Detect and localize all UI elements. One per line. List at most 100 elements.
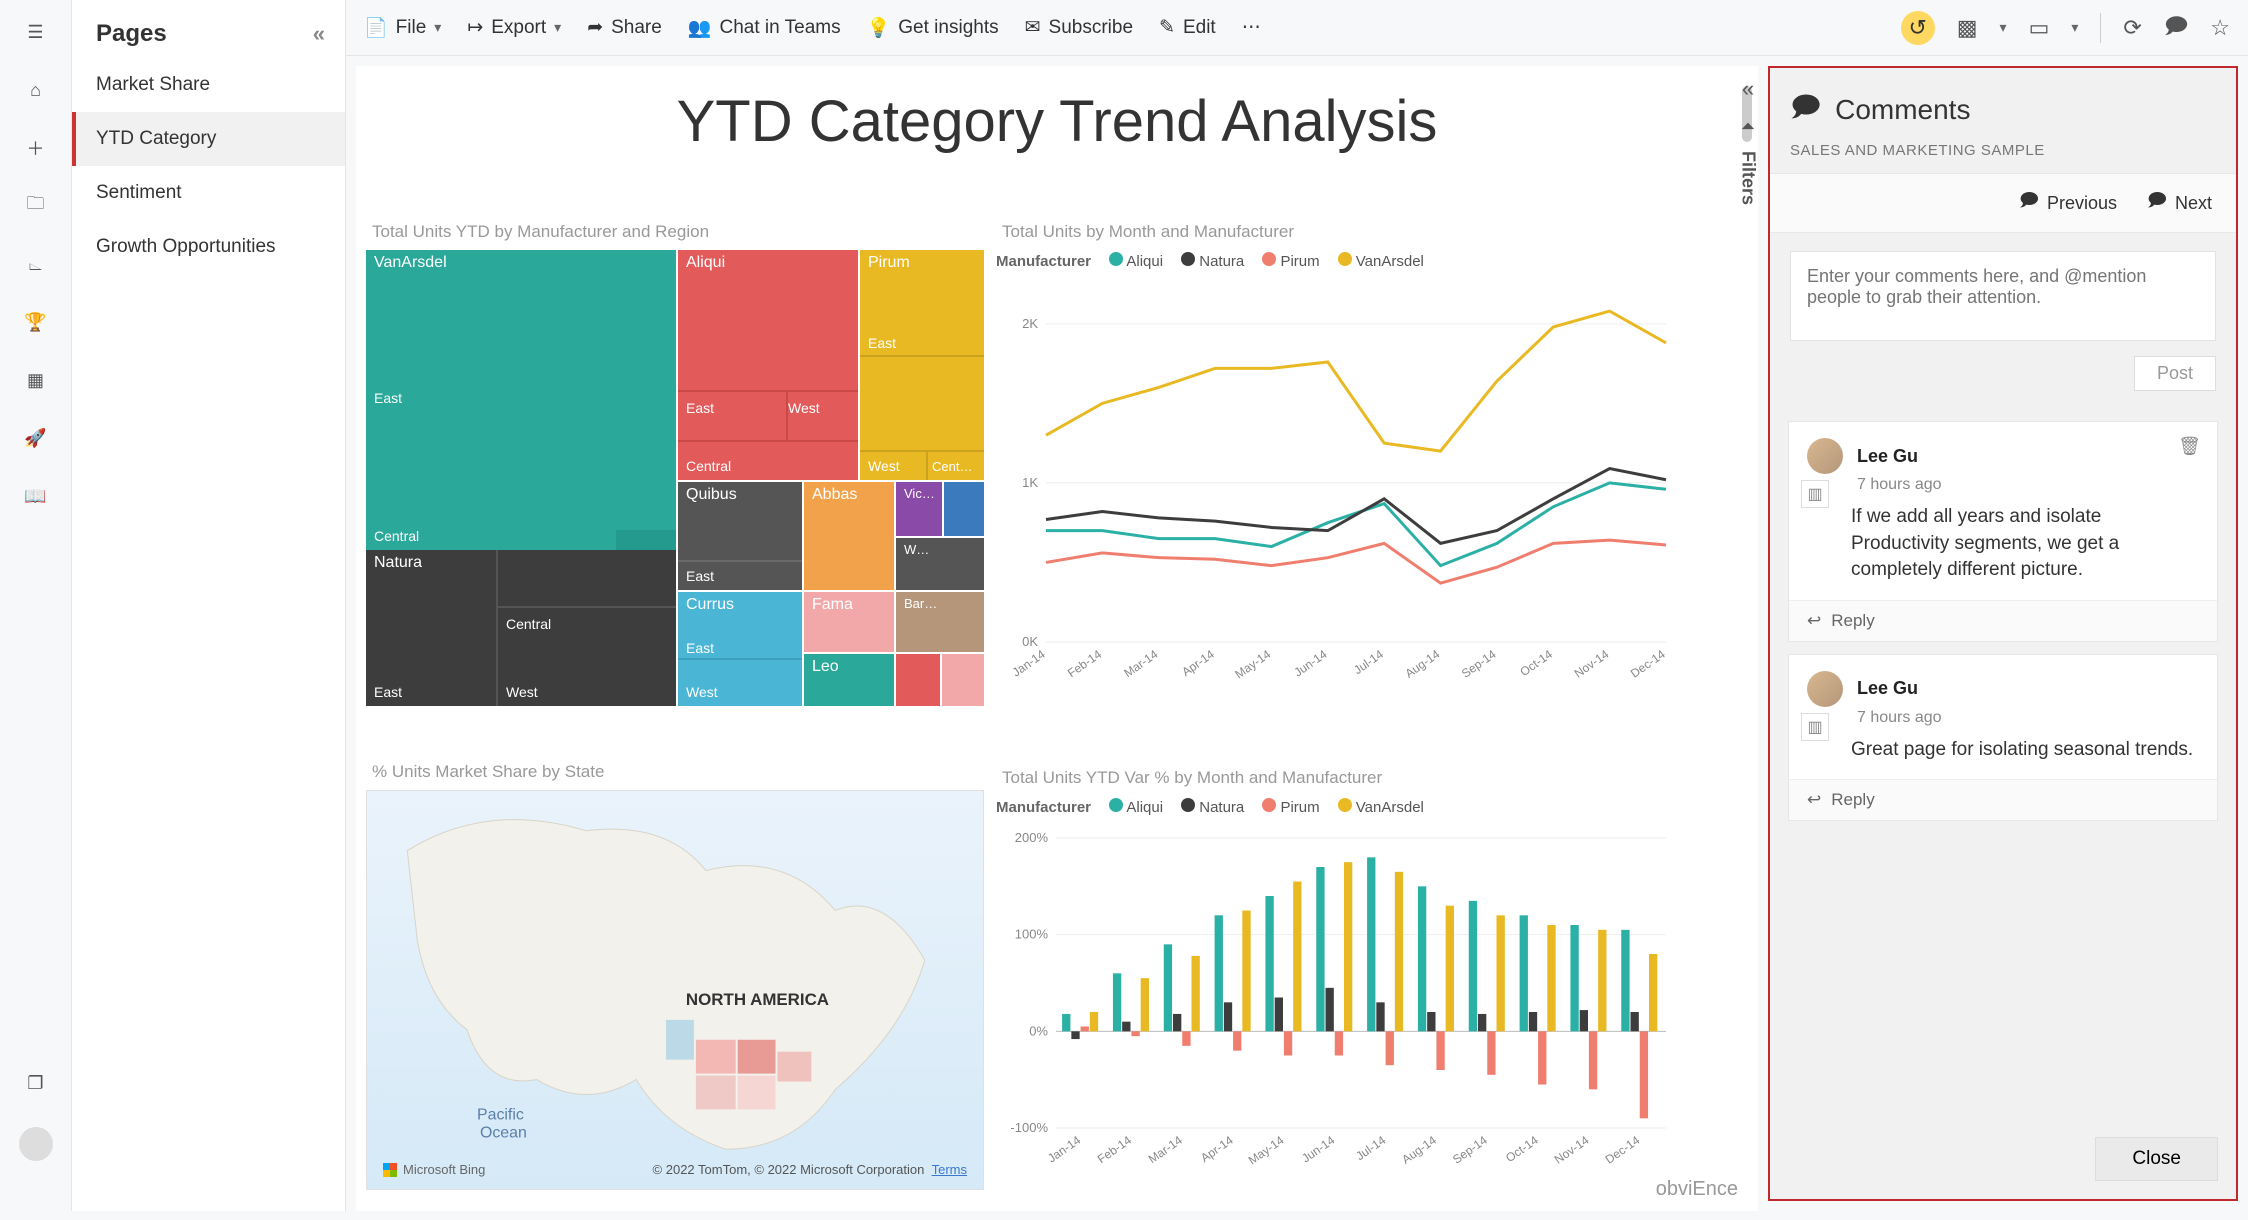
export-icon: ↦: [467, 16, 483, 39]
svg-text:Dec-14: Dec-14: [1603, 1133, 1643, 1167]
comment-bookmark-icon[interactable]: ▥: [1801, 480, 1829, 508]
add-icon[interactable]: ＋: [22, 134, 50, 162]
map-terms-link[interactable]: Terms: [932, 1162, 967, 1177]
prev-icon: 🗩: [2019, 188, 2039, 218]
reply-button[interactable]: ↩ Reply: [1789, 600, 2217, 641]
teams-icon: 👥: [688, 16, 712, 40]
report-canvas: YTD Category Trend Analysis Total Units …: [346, 56, 2248, 1211]
browse-icon[interactable]: 🗀: [22, 192, 50, 220]
map-visual[interactable]: % Units Market Share by State NORTH AMER…: [366, 760, 984, 1220]
barchart-legend: Manufacturer Aliqui Natura Pirum VanArsd…: [996, 796, 1676, 828]
svg-text:May-14: May-14: [1232, 647, 1273, 682]
comments-previous[interactable]: 🗩 Previous: [2019, 188, 2117, 218]
left-nav-rail: ☰ ⌂ ＋ 🗀 ⌳ 🏆 ▦ 🚀 📖 ❐: [0, 0, 72, 1211]
page-item-ytd-category[interactable]: YTD Category: [72, 112, 345, 166]
map-attribution-left: Microsoft Bing: [383, 1162, 485, 1177]
chevron-down-icon[interactable]: ▾: [2000, 19, 2007, 36]
file-menu[interactable]: 📄 File ▾: [364, 16, 441, 40]
home-icon[interactable]: ⌂: [22, 76, 50, 104]
svg-text:Sep-14: Sep-14: [1459, 647, 1499, 681]
svg-text:Jan-14: Jan-14: [1010, 647, 1048, 680]
collapse-pages-icon[interactable]: «: [313, 21, 325, 47]
share-button[interactable]: ➦ Share: [587, 16, 662, 39]
report-area: YTD Category Trend Analysis Total Units …: [356, 66, 1758, 1211]
svg-text:Aug-14: Aug-14: [1403, 647, 1443, 681]
svg-text:Sep-14: Sep-14: [1450, 1133, 1490, 1167]
bookmark-icon[interactable]: ▩: [1957, 15, 1978, 41]
map-title: % Units Market Share by State: [366, 760, 984, 790]
post-button[interactable]: Post: [2134, 356, 2216, 391]
svg-text:Mar-14: Mar-14: [1146, 1133, 1185, 1166]
reply-button[interactable]: ↩ Reply: [1789, 779, 2217, 820]
svg-text:2K: 2K: [1022, 316, 1038, 331]
toolbar-divider: [2100, 13, 2101, 43]
linechart-legend: Manufacturer Aliqui Natura Pirum VanArsd…: [996, 250, 1676, 282]
svg-text:NORTH AMERICA: NORTH AMERICA: [686, 990, 829, 1009]
chat-teams-button[interactable]: 👥 Chat in Teams: [688, 16, 841, 40]
svg-text:Nov-14: Nov-14: [1552, 1133, 1592, 1167]
apps-icon[interactable]: ▦: [22, 366, 50, 394]
file-icon: 📄: [364, 16, 388, 40]
svg-text:Pacific: Pacific: [477, 1106, 524, 1123]
barchart-title: Total Units YTD Var % by Month and Manuf…: [996, 766, 1676, 796]
page-item-growth[interactable]: Growth Opportunities: [72, 220, 345, 274]
svg-text:Mar-14: Mar-14: [1121, 647, 1160, 680]
pencil-icon: ✎: [1159, 16, 1175, 39]
delete-comment-icon[interactable]: 🗑: [2178, 436, 2201, 457]
comment-bookmark-icon[interactable]: ▥: [1801, 713, 1829, 741]
comments-title: Comments: [1835, 94, 1970, 126]
svg-text:May-14: May-14: [1246, 1133, 1287, 1168]
comment-icon[interactable]: 🗩: [2164, 9, 2188, 47]
page-item-sentiment[interactable]: Sentiment: [72, 166, 345, 220]
barchart-visual[interactable]: Total Units YTD Var % by Month and Manuf…: [996, 766, 1676, 1216]
treemap-visual[interactable]: Total Units YTD by Manufacturer and Regi…: [366, 220, 984, 715]
map-attribution-right: © 2022 TomTom, © 2022 Microsoft Corporat…: [653, 1162, 967, 1177]
comment-input[interactable]: [1790, 251, 2216, 341]
page-item-market-share[interactable]: Market Share: [72, 58, 345, 112]
view-mode-icon[interactable]: ▭: [2029, 15, 2050, 41]
deploy-icon[interactable]: 🚀: [22, 424, 50, 452]
learn-icon[interactable]: 📖: [22, 482, 50, 510]
workspaces-icon[interactable]: ❐: [22, 1069, 50, 1097]
filters-pane-collapsed[interactable]: « ⏶ Filters: [1728, 76, 1768, 276]
svg-text:Apr-14: Apr-14: [1198, 1133, 1236, 1165]
menu-icon[interactable]: ☰: [22, 18, 50, 46]
user-icon[interactable]: [19, 1127, 53, 1161]
export-menu[interactable]: ↦ Export ▾: [467, 16, 561, 39]
svg-text:-100%: -100%: [1010, 1120, 1048, 1135]
svg-text:1K: 1K: [1022, 475, 1038, 490]
svg-text:Feb-14: Feb-14: [1095, 1133, 1134, 1166]
refresh-icon[interactable]: ⟳: [2123, 15, 2141, 41]
report-title: YTD Category Trend Analysis: [356, 66, 1758, 165]
avatar: [1807, 671, 1843, 707]
reply-icon: ↩: [1807, 790, 1821, 810]
chevron-down-icon[interactable]: ▾: [2071, 19, 2078, 36]
goals-icon[interactable]: 🏆: [22, 308, 50, 336]
more-button[interactable]: ⋯: [1242, 16, 1263, 39]
svg-text:Dec-14: Dec-14: [1628, 647, 1668, 681]
svg-text:Jul-14: Jul-14: [1353, 1133, 1388, 1163]
svg-text:Jan-14: Jan-14: [1045, 1133, 1083, 1166]
svg-text:Nov-14: Nov-14: [1572, 647, 1612, 681]
comment-card: Lee Gu 7 hours ago ▥ Great page for isol…: [1788, 654, 2218, 822]
comments-next[interactable]: 🗩 Next: [2147, 188, 2212, 218]
data-hub-icon[interactable]: ⌳: [22, 250, 50, 278]
favorite-icon[interactable]: ☆: [2210, 15, 2230, 41]
insights-button[interactable]: 💡 Get insights: [867, 16, 999, 40]
svg-text:Ocean: Ocean: [480, 1124, 527, 1141]
filter-icon: ⏶: [1741, 116, 1755, 137]
next-icon: 🗩: [2147, 188, 2167, 218]
svg-text:100%: 100%: [1015, 927, 1049, 942]
subscribe-button[interactable]: ✉ Subscribe: [1025, 16, 1133, 39]
reply-icon: ↩: [1807, 611, 1821, 631]
close-comments-button[interactable]: Close: [2095, 1137, 2218, 1181]
edit-button[interactable]: ✎ Edit: [1159, 16, 1216, 39]
top-toolbar: 📄 File ▾ ↦ Export ▾ ➦ Share 👥 Chat in Te…: [346, 0, 2248, 56]
map-svg: NORTH AMERICA Pacific Ocean: [367, 791, 983, 1189]
linechart-visual[interactable]: Total Units by Month and Manufacturer Ma…: [996, 220, 1676, 715]
bulb-icon: 💡: [867, 16, 891, 40]
svg-text:Jun-14: Jun-14: [1299, 1133, 1337, 1166]
reset-icon[interactable]: ↺: [1901, 11, 1935, 45]
svg-text:Oct-14: Oct-14: [1517, 647, 1555, 679]
expand-filters-icon[interactable]: «: [1742, 76, 1754, 102]
